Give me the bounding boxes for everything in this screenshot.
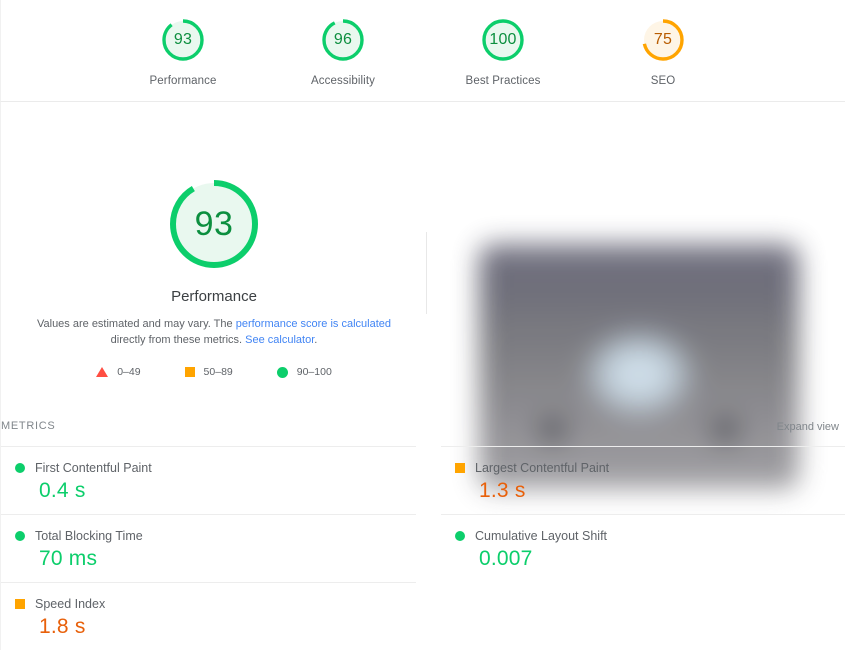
category-gauge-seo[interactable]: 75 SEO (611, 16, 715, 87)
metric-header: Total Blocking Time (1, 529, 416, 543)
category-gauge-ring: 100 (479, 16, 527, 64)
metric-value: 0.007 (441, 547, 845, 571)
legend-triangle-icon (96, 367, 108, 377)
performance-score-calculated-link[interactable]: performance score is calculated (236, 318, 391, 330)
metric-square-status-icon (15, 599, 25, 609)
performance-score-value: 93 (162, 172, 266, 276)
category-score-value: 96 (319, 16, 367, 64)
description-text-3: . (314, 334, 317, 346)
metric-row[interactable]: Speed Index 1.8 s (1, 582, 416, 650)
performance-description: Values are estimated and may vary. The p… (23, 317, 405, 348)
legend-item-circle: 90–100 (277, 366, 332, 378)
metric-empty-cell (441, 582, 845, 650)
category-score-value: 93 (159, 16, 207, 64)
metric-row[interactable]: First Contentful Paint 0.4 s (1, 446, 416, 514)
metric-name: Largest Contentful Paint (475, 461, 609, 475)
metric-value: 1.3 s (441, 479, 845, 503)
legend-range-label: 50–89 (204, 366, 233, 378)
legend-square-icon (185, 367, 195, 377)
category-gauge-ring: 75 (639, 16, 687, 64)
score-range-legend: 0–49 50–89 90–100 (96, 366, 332, 378)
metrics-title: METRICS (1, 420, 55, 432)
panel-vertical-divider (426, 232, 427, 314)
performance-panel: 93 Performance Values are estimated and … (0, 102, 845, 418)
category-gauge-label: SEO (651, 75, 676, 87)
metric-header: Speed Index (1, 597, 416, 611)
category-gauge-label: Performance (150, 75, 217, 87)
performance-score-column: 93 Performance Values are estimated and … (1, 102, 427, 418)
category-gauge-accessibility[interactable]: 96 Accessibility (291, 16, 395, 87)
metrics-grid: First Contentful Paint 0.4 s Largest Conte… (0, 446, 845, 650)
metrics-header: METRICS Expand view (0, 418, 845, 446)
metric-value: 1.8 s (1, 615, 416, 639)
metric-circle-status-icon (15, 531, 25, 541)
legend-item-square: 50–89 (185, 366, 233, 378)
metric-header: Cumulative Layout Shift (441, 529, 845, 543)
category-gauge-best-practices[interactable]: 100 Best Practices (451, 16, 555, 87)
metric-name: Total Blocking Time (35, 529, 143, 543)
legend-range-label: 90–100 (297, 366, 332, 378)
metric-name: Cumulative Layout Shift (475, 529, 607, 543)
category-gauge-label: Best Practices (466, 75, 541, 87)
legend-range-label: 0–49 (117, 366, 140, 378)
description-text-2: directly from these metrics. (111, 334, 245, 346)
metric-name: Speed Index (35, 597, 105, 611)
category-gauge-label: Accessibility (311, 75, 375, 87)
metric-header: First Contentful Paint (1, 461, 416, 475)
metric-circle-status-icon (455, 531, 465, 541)
legend-item-triangle: 0–49 (96, 366, 140, 378)
metric-circle-status-icon (15, 463, 25, 473)
description-text-1: Values are estimated and may vary. The (37, 318, 236, 330)
metric-row[interactable]: Largest Contentful Paint 1.3 s (441, 446, 845, 514)
metric-square-status-icon (455, 463, 465, 473)
category-gauge-ring: 96 (319, 16, 367, 64)
category-gauge-performance[interactable]: 93 Performance (131, 16, 235, 87)
metric-value: 70 ms (1, 547, 416, 571)
metric-name: First Contentful Paint (35, 461, 152, 475)
performance-gauge: 93 (162, 172, 266, 276)
legend-circle-icon (277, 367, 288, 378)
metric-header: Largest Contentful Paint (441, 461, 845, 475)
category-gauge-ring: 93 (159, 16, 207, 64)
metric-row[interactable]: Total Blocking Time 70 ms (1, 514, 416, 582)
performance-gauge-label: Performance (171, 288, 257, 305)
category-score-value: 100 (479, 16, 527, 64)
category-score-value: 75 (639, 16, 687, 64)
category-score-bar: 93 Performance 96 Accessibility 100 Best Prac… (0, 0, 845, 102)
metric-value: 0.4 s (1, 479, 416, 503)
see-calculator-link[interactable]: See calculator (245, 334, 314, 346)
expand-view-button[interactable]: Expand view (777, 421, 839, 433)
metric-row[interactable]: Cumulative Layout Shift 0.007 (441, 514, 845, 582)
